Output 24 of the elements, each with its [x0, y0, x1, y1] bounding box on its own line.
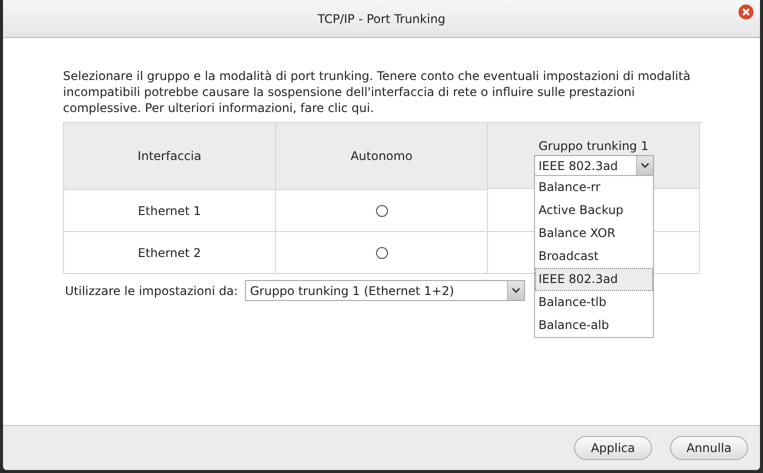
column-header: Interfaccia	[138, 149, 202, 163]
window-title: TCP/IP - Port Trunking	[318, 12, 446, 26]
dropdown-option[interactable]: Balance-alb	[534, 314, 652, 337]
settings-label: Utilizzare le impostazioni da:	[65, 284, 239, 298]
description-text: Selezionare il gruppo e la modalità di port trunking. Tenere conto che eventuali impostazioni di modalità incompatibili potrebbe causare la sospensione dell'interfaccia di rete o influire sulle prestazioni complessive. Per ulteriori informazioni, fare clic qui.	[63, 68, 692, 116]
dropdown-option[interactable]: IEEE 802.3ad	[534, 268, 652, 291]
table-cell: Ethernet 1	[138, 204, 202, 218]
table-cell: Ethernet 2	[138, 246, 202, 260]
dropdown-option[interactable]: Balance-rr	[534, 176, 652, 199]
caret-icon	[640, 163, 648, 168]
dropdown-option[interactable]: Active Backup	[534, 199, 652, 222]
radio-button[interactable]	[376, 204, 388, 216]
dropdown-option[interactable]: Balance XOR	[534, 222, 652, 245]
close-icon[interactable]	[738, 4, 754, 20]
radio-button[interactable]	[376, 246, 388, 258]
dialog-button[interactable]: Applica	[574, 436, 652, 460]
column-header: Autonomo	[350, 149, 412, 163]
settings-dropdown[interactable]: Gruppo trunking 1 (Ethernet 1+2)	[245, 280, 525, 301]
caret-icon	[512, 288, 520, 293]
dropdown-option[interactable]: Balance-tlb	[534, 291, 652, 314]
mode-dropdown[interactable]: IEEE 802.3ad	[534, 155, 654, 176]
column-header: Gruppo trunking 1	[538, 139, 649, 153]
dialog-button[interactable]: Annulla	[670, 436, 748, 460]
dropdown-option[interactable]: Broadcast	[534, 245, 652, 268]
